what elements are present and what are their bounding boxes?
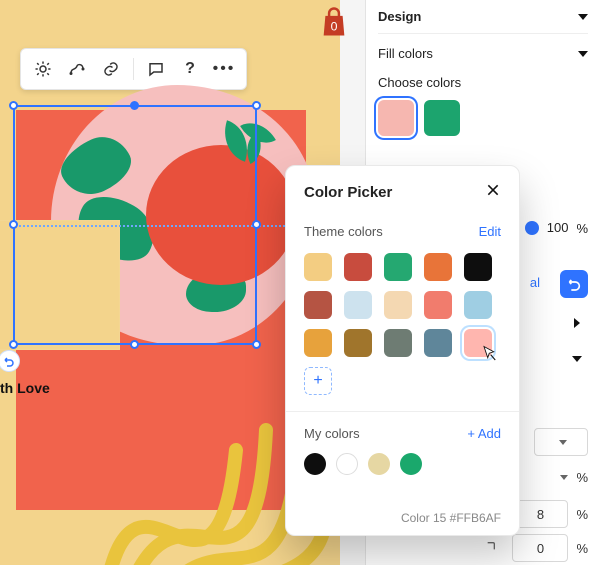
my-color-swatch[interactable] xyxy=(336,453,358,475)
choose-colors-label: Choose colors xyxy=(378,75,588,90)
comment-icon[interactable] xyxy=(142,55,170,83)
opacity-value: 100 xyxy=(547,216,569,240)
corner-value-2[interactable]: 0 xyxy=(512,534,568,562)
theme-swatch[interactable] xyxy=(424,329,452,357)
divider xyxy=(286,411,519,412)
value: 8 xyxy=(537,507,544,522)
theme-swatch[interactable] xyxy=(384,253,412,281)
my-colors-row xyxy=(304,453,501,475)
design-section-header[interactable]: Design xyxy=(378,0,588,34)
my-colors-label: My colors xyxy=(304,426,360,441)
theme-swatch[interactable] xyxy=(344,329,372,357)
edit-theme-colors-link[interactable]: Edit xyxy=(479,224,501,239)
theme-swatch[interactable] xyxy=(304,253,332,281)
theme-swatch[interactable] xyxy=(464,253,492,281)
help-icon[interactable]: ? xyxy=(176,55,204,83)
resize-handle-bl[interactable] xyxy=(9,340,18,349)
path-icon[interactable] xyxy=(63,55,91,83)
theme-swatch[interactable] xyxy=(304,329,332,357)
color-picker-title: Color Picker xyxy=(304,184,392,201)
resize-handle-bm[interactable] xyxy=(130,340,139,349)
chevron-down-icon xyxy=(559,440,567,445)
fill-colors-row[interactable]: Fill colors xyxy=(378,46,588,61)
theme-swatch[interactable] xyxy=(464,291,492,319)
resize-handle-mr[interactable] xyxy=(252,220,261,229)
my-color-swatch[interactable] xyxy=(400,453,422,475)
reset-button[interactable] xyxy=(560,270,588,298)
chevron-down-icon[interactable] xyxy=(572,356,582,362)
fill-swatch-1[interactable] xyxy=(378,100,414,136)
unit-label: % xyxy=(576,541,588,556)
close-icon[interactable] xyxy=(485,182,501,202)
theme-swatch[interactable] xyxy=(424,253,452,281)
opacity-row[interactable]: 100 % xyxy=(525,216,588,240)
theme-swatch[interactable] xyxy=(344,291,372,319)
link-fragment[interactable]: al xyxy=(530,275,540,290)
my-color-swatch[interactable] xyxy=(368,453,390,475)
chevron-down-icon xyxy=(578,51,588,57)
bag-count: 0 xyxy=(331,20,338,34)
theme-swatch[interactable] xyxy=(304,291,332,319)
resize-handle-tm[interactable] xyxy=(130,101,139,110)
unit-label-1: % xyxy=(576,470,588,485)
add-my-color-link[interactable]: + Add xyxy=(467,426,501,441)
resize-handle-tr[interactable] xyxy=(252,101,261,110)
opacity-slider-thumb[interactable] xyxy=(525,221,539,235)
unit-label: % xyxy=(576,507,588,522)
toolbar-separator xyxy=(133,58,134,80)
resize-handle-tl[interactable] xyxy=(9,101,18,110)
corner-value-1[interactable]: 8 xyxy=(512,500,568,528)
opacity-unit: % xyxy=(576,221,588,236)
caption-text: th Love xyxy=(0,380,50,396)
theme-swatch[interactable] xyxy=(344,253,372,281)
resize-handle-br[interactable] xyxy=(252,340,261,349)
theme-colors-label: Theme colors xyxy=(304,224,383,239)
chevron-down-icon xyxy=(578,14,588,20)
theme-swatch[interactable] xyxy=(464,329,492,357)
theme-swatch-grid: + xyxy=(304,253,501,395)
select-small[interactable] xyxy=(534,428,588,456)
corner-style-icon-2[interactable] xyxy=(482,537,504,559)
theme-swatch[interactable] xyxy=(384,291,412,319)
add-theme-swatch[interactable]: + xyxy=(304,367,332,395)
value: 0 xyxy=(537,541,544,556)
my-color-swatch[interactable] xyxy=(304,453,326,475)
theme-swatch[interactable] xyxy=(384,329,412,357)
floating-toolbar: ? ••• xyxy=(20,48,247,90)
theme-swatch[interactable] xyxy=(424,291,452,319)
shopping-bag-icon[interactable]: 0 xyxy=(319,6,349,38)
selection-box[interactable] xyxy=(13,105,257,345)
fill-colors-label: Fill colors xyxy=(378,46,433,61)
gear-icon[interactable] xyxy=(29,55,57,83)
color-picker-footer: Color 15 #FFB6AF xyxy=(304,511,501,525)
link-icon[interactable] xyxy=(97,55,125,83)
color-picker-popover: Color Picker Theme colors Edit + My colo… xyxy=(285,165,520,536)
fill-swatch-2[interactable] xyxy=(424,100,460,136)
chevron-right-icon[interactable] xyxy=(574,318,580,328)
design-label: Design xyxy=(378,9,421,24)
resize-handle-ml[interactable] xyxy=(9,220,18,229)
chevron-down-icon[interactable] xyxy=(560,475,568,480)
more-icon[interactable]: ••• xyxy=(210,55,238,83)
